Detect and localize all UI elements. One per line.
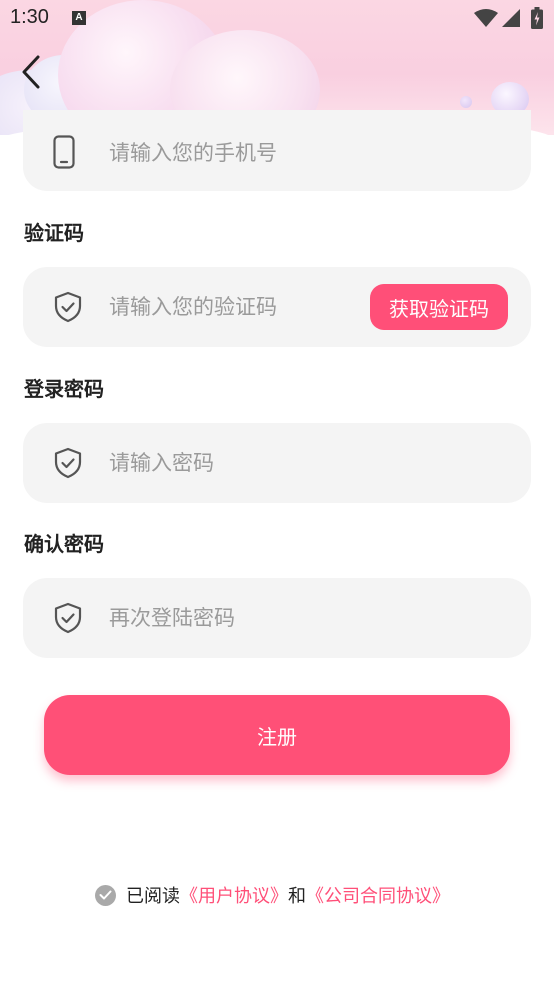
agreement-prefix: 已阅读 — [126, 886, 180, 907]
bubble-decoration — [460, 96, 472, 108]
agreement-and: 和 — [288, 886, 306, 907]
wifi-icon — [474, 9, 498, 27]
agreement-row: 已阅读 《用户协议》 和 《公司合同协议》 — [95, 880, 450, 910]
notification-a-icon: A — [72, 11, 86, 25]
agree-checkbox[interactable] — [95, 884, 116, 906]
confirm-password-field[interactable] — [23, 578, 531, 658]
register-button[interactable]: 注册 — [44, 695, 510, 775]
signal-icon — [502, 9, 520, 27]
get-code-button[interactable]: 获取验证码 — [370, 284, 508, 330]
status-time: 1:30 — [10, 6, 49, 28]
phone-input[interactable] — [109, 112, 369, 193]
status-bar: 1:30 A — [0, 0, 554, 36]
password-input[interactable] — [109, 423, 369, 503]
back-icon — [22, 55, 40, 89]
battery-icon — [531, 7, 543, 29]
code-label: 验证码 — [24, 221, 84, 245]
password-label: 登录密码 — [24, 377, 104, 401]
shield-check-icon — [54, 291, 82, 323]
code-input[interactable] — [109, 267, 369, 347]
check-icon — [99, 890, 112, 900]
confirm-label: 确认密码 — [24, 532, 104, 556]
back-button[interactable] — [16, 52, 48, 92]
user-agreement-link[interactable]: 《用户协议》 — [180, 882, 288, 908]
code-field[interactable]: 获取验证码 — [23, 267, 531, 347]
company-agreement-link[interactable]: 《公司合同协议》 — [306, 882, 450, 908]
password-field[interactable] — [23, 423, 531, 503]
confirm-password-input[interactable] — [109, 578, 369, 658]
shield-check-icon — [54, 602, 82, 634]
phone-field[interactable] — [23, 110, 531, 193]
shield-check-icon — [54, 447, 82, 479]
phone-icon — [53, 135, 75, 169]
